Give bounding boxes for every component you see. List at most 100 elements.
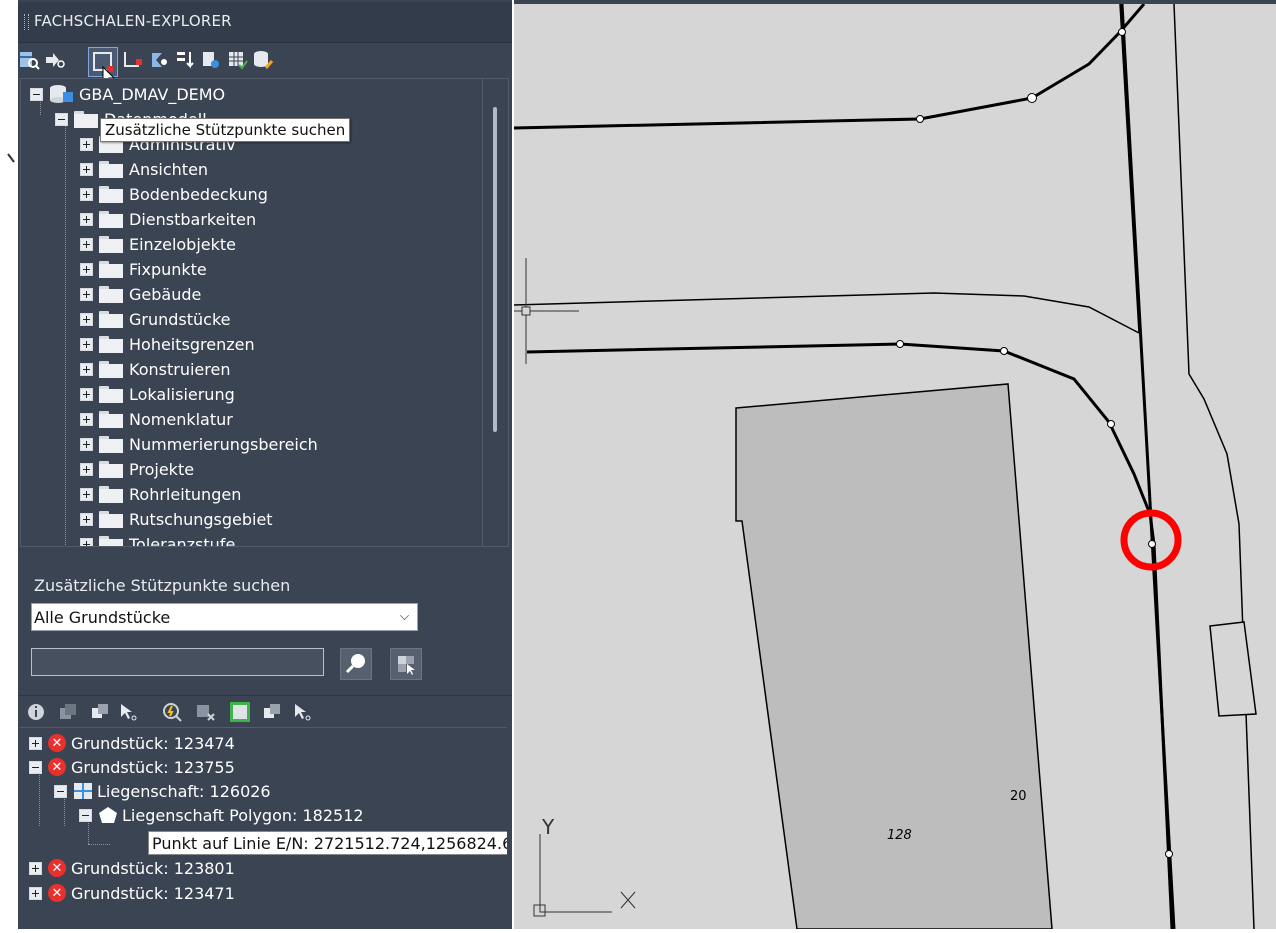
- vertex-point[interactable]: [1118, 28, 1126, 36]
- tree-item-rohrleitungen[interactable]: Rohrleitungen: [80, 482, 241, 506]
- info-icon[interactable]: [26, 702, 46, 722]
- road-edge-east[interactable]: [1173, 3, 1255, 930]
- scrollbar-thumb[interactable]: [493, 107, 497, 432]
- result-row[interactable]: Liegenschaft: 126026: [54, 779, 271, 803]
- expand-toggle[interactable]: [29, 736, 42, 750]
- expand-toggle[interactable]: [80, 212, 93, 226]
- expand-toggle[interactable]: [80, 412, 93, 426]
- collapse-toggle[interactable]: [55, 112, 68, 126]
- collapse-toggle[interactable]: [29, 760, 42, 774]
- report-icon[interactable]: [200, 49, 222, 71]
- tree-item-gebaeude[interactable]: Gebäude: [80, 282, 201, 306]
- tree-item-bodenbedeckung[interactable]: Bodenbedeckung: [80, 182, 268, 206]
- expand-toggle[interactable]: [80, 387, 93, 401]
- result-row[interactable]: Liegenschaft Polygon: 182512: [79, 803, 364, 827]
- arrow-zoom-icon[interactable]: [44, 49, 66, 71]
- vertex-point[interactable]: [1000, 347, 1008, 355]
- collapse-toggle[interactable]: [30, 87, 43, 101]
- database-search-icon[interactable]: [18, 49, 40, 71]
- tree-item-hoheitsgrenzen[interactable]: Hoheitsgrenzen: [80, 332, 255, 356]
- zoom-flash-icon[interactable]: [162, 702, 184, 722]
- search-button[interactable]: [340, 648, 372, 680]
- search-icon: [345, 654, 365, 674]
- database-icon: [50, 85, 73, 103]
- small-building[interactable]: [1209, 621, 1257, 717]
- vertex-point[interactable]: [1027, 93, 1037, 103]
- layers-icon[interactable]: [58, 702, 78, 722]
- tree-item-rutschungsgebiet[interactable]: Rutschungsgebiet: [80, 507, 273, 531]
- vertex-point[interactable]: [916, 115, 924, 123]
- collapse-toggle[interactable]: [54, 784, 67, 798]
- polygon-select-icon[interactable]: [148, 49, 170, 71]
- tree-item-einzelobjekte[interactable]: Einzelobjekte: [80, 232, 236, 256]
- folder-icon: [74, 110, 98, 128]
- expand-toggle[interactable]: [29, 886, 42, 900]
- tree-item-nummerierungsbereich[interactable]: Nummerierungsbereich: [80, 432, 318, 456]
- result-row[interactable]: ✕ Grundstück: 123801: [29, 856, 235, 880]
- tree-item-toleranzstufe[interactable]: Toleranzstufe: [80, 532, 235, 546]
- folder-icon: [99, 385, 123, 403]
- tree-item-label: Gebäude: [129, 284, 202, 304]
- tree-item-nomenklatur[interactable]: Nomenklatur: [80, 407, 233, 431]
- search-input[interactable]: [31, 648, 324, 676]
- search-section-label: Zusätzliche Stützpunkte suchen: [34, 576, 291, 595]
- expand-toggle[interactable]: [80, 162, 93, 176]
- expand-toggle[interactable]: [80, 262, 93, 276]
- map-canvas[interactable]: Y 20 128: [513, 3, 1276, 930]
- tree-item-dienstbarkeiten[interactable]: Dienstbarkeiten: [80, 207, 256, 231]
- vertex-point[interactable]: [1148, 540, 1156, 548]
- select-rect-icon[interactable]: [122, 49, 144, 71]
- expand-toggle[interactable]: [80, 487, 93, 501]
- road-edge-south[interactable]: [513, 292, 1140, 334]
- vertex-point[interactable]: [1107, 420, 1115, 428]
- tree-item-label: Rohrleitungen: [129, 484, 242, 504]
- result-row[interactable]: ✕ Grundstück: 123474: [29, 731, 235, 755]
- expand-toggle[interactable]: [29, 861, 42, 875]
- tree-item-fixpunkte[interactable]: Fixpunkte: [80, 257, 207, 281]
- copy-shapes-2-icon[interactable]: [262, 702, 282, 722]
- tree-item-grundstuecke[interactable]: Grundstücke: [80, 307, 231, 331]
- expand-toggle[interactable]: [80, 537, 93, 546]
- expand-toggle[interactable]: [80, 462, 93, 476]
- tree-item-lokalisierung[interactable]: Lokalisierung: [80, 382, 235, 406]
- tree-scrollbar[interactable]: [482, 79, 508, 546]
- result-row[interactable]: ✕ Grundstück: 123471: [29, 881, 235, 905]
- tree-node-root[interactable]: GBA_DMAV_DEMO: [30, 82, 225, 106]
- scope-dropdown[interactable]: Alle Grundstücke: [31, 603, 418, 631]
- tree-item-konstruieren[interactable]: Konstruieren: [80, 357, 230, 381]
- building-number-label: 128: [887, 828, 912, 843]
- expand-toggle[interactable]: [80, 512, 93, 526]
- expand-toggle[interactable]: [80, 362, 93, 376]
- tree-item-label: Einzelobjekte: [129, 234, 236, 254]
- result-row-point[interactable]: Punkt auf Linie E/N: 2721512.724,1256824…: [148, 831, 507, 855]
- select-cursor-2-icon[interactable]: [292, 702, 312, 722]
- tree-item-ansichten[interactable]: Ansichten: [80, 157, 208, 181]
- vertex-point[interactable]: [896, 340, 904, 348]
- expand-toggle[interactable]: [80, 437, 93, 451]
- tree-root-label: GBA_DMAV_DEMO: [79, 84, 226, 104]
- grip-handle-icon[interactable]: [24, 14, 29, 30]
- folder-icon: [99, 410, 123, 428]
- table-check-icon[interactable]: [226, 49, 248, 71]
- sort-icon[interactable]: [174, 49, 196, 71]
- select-cursor-icon[interactable]: [118, 702, 138, 722]
- tree-item-projekte[interactable]: Projekte: [80, 457, 194, 481]
- database-edit-icon[interactable]: [252, 49, 274, 71]
- vertex-point[interactable]: [1165, 850, 1173, 858]
- expand-toggle[interactable]: [80, 287, 93, 301]
- expand-toggle[interactable]: [80, 337, 93, 351]
- delete-shape-icon[interactable]: [194, 702, 216, 722]
- green-box-icon[interactable]: [228, 700, 252, 724]
- error-x-icon: ✕: [48, 734, 66, 752]
- building-polygon[interactable]: [735, 383, 1053, 930]
- expand-toggle[interactable]: [80, 237, 93, 251]
- collapse-toggle[interactable]: [79, 808, 92, 822]
- road-edge-line[interactable]: [1119, 3, 1140, 334]
- copy-shapes-icon[interactable]: [90, 702, 110, 722]
- result-row[interactable]: ✕ Grundstück: 123755: [29, 755, 235, 779]
- expand-toggle[interactable]: [80, 312, 93, 326]
- parcel-line-north[interactable]: [513, 3, 1146, 130]
- expand-toggle[interactable]: [80, 187, 93, 201]
- select-on-map-button[interactable]: [390, 648, 422, 680]
- expand-toggle[interactable]: [80, 137, 93, 151]
